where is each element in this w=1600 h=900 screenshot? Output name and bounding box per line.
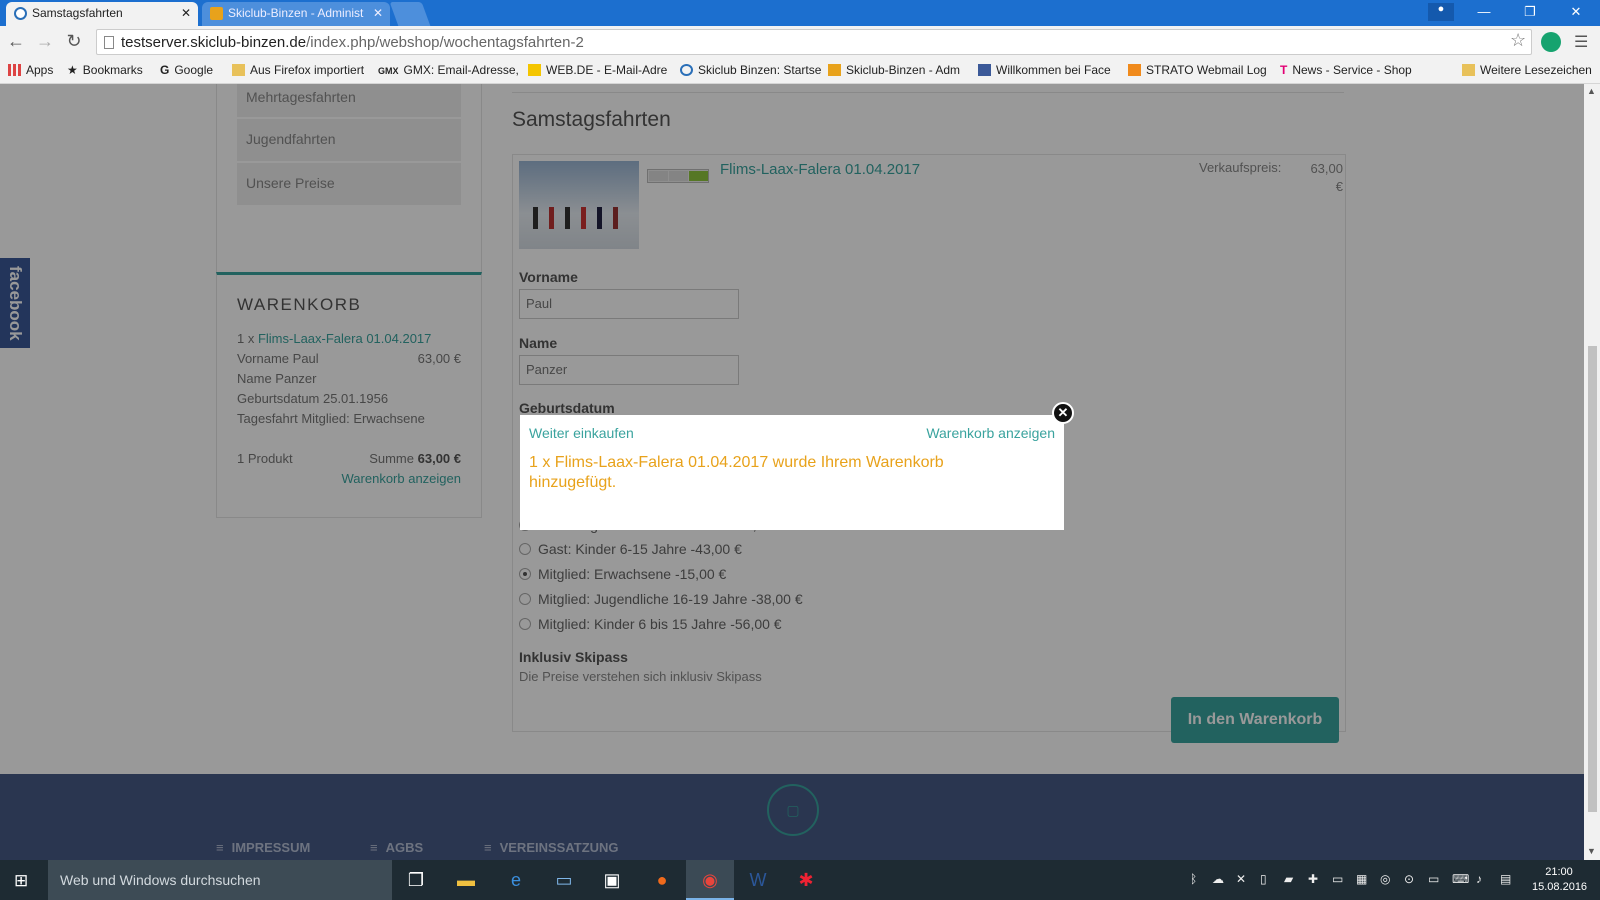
reload-icon[interactable]: ↻ [62, 31, 86, 52]
page-scrollbar[interactable]: ▲ ▼ [1584, 84, 1600, 860]
bookmark-apps[interactable]: Apps [8, 63, 53, 77]
tray-app-icon[interactable]: ◎ [1380, 872, 1390, 886]
apps-grid-icon [8, 64, 21, 76]
new-tab-button[interactable] [389, 2, 431, 26]
show-cart-link[interactable]: Warenkorb anzeigen [926, 425, 1055, 441]
bookmark-more[interactable]: Weitere Lesezeichen [1462, 63, 1592, 77]
file-explorer-icon[interactable]: ▬ [442, 860, 490, 900]
bookmark-skiclub-admin[interactable]: Skiclub-Binzen - Adm [828, 63, 960, 77]
skiclub-favicon-icon [14, 7, 27, 20]
webde-icon [528, 64, 541, 76]
bookmark-gmx[interactable]: GMX GMX: Email-Adresse, [378, 63, 519, 77]
scroll-up-icon[interactable]: ▲ [1587, 86, 1596, 96]
bookmark-skiclub-start[interactable]: Skiclub Binzen: Startse [680, 63, 821, 77]
close-window-icon[interactable]: ✕ [1554, 0, 1598, 26]
keyboard-icon[interactable]: ▤ [1500, 872, 1511, 886]
strato-icon [1128, 64, 1141, 76]
bookmark-facebook[interactable]: Willkommen bei Face [978, 63, 1111, 77]
app-icon[interactable]: ✱ [782, 860, 830, 900]
edge-icon[interactable]: e [492, 860, 540, 900]
tab-close-icon[interactable]: ✕ [373, 6, 383, 20]
tray-app-icon[interactable]: ▦ [1356, 872, 1367, 886]
joomla-icon [828, 64, 841, 76]
browser-toolbar: ← → ↻ testserver.skiclub-binzen.de/index… [0, 26, 1600, 58]
tab-close-icon[interactable]: ✕ [181, 6, 191, 20]
joomla-favicon-icon [210, 7, 223, 20]
close-icon[interactable]: ✕ [1052, 402, 1074, 424]
tray-app-icon[interactable]: ✕ [1236, 872, 1246, 886]
store-icon[interactable]: ▣ [588, 860, 636, 900]
added-to-cart-dialog: Weiter einkaufen Warenkorb anzeigen 1 x … [520, 415, 1064, 530]
windows-start-icon[interactable]: ⊞ [14, 871, 28, 891]
star-icon: ★ [67, 63, 78, 77]
ime-icon[interactable]: ⌨ [1452, 872, 1469, 886]
bookmarks-bar: Apps ★ Bookmarks G Google Aus Firefox impo… [0, 58, 1600, 84]
restore-icon[interactable]: ❐ [1508, 0, 1552, 26]
bookmark-google[interactable]: G Google [160, 63, 213, 77]
bookmark-webde[interactable]: WEB.DE - E-Mail-Adre [528, 63, 667, 77]
taskbar-search[interactable]: Web und Windows durchsuchen [48, 860, 392, 900]
bookmark-strato[interactable]: STRATO Webmail Log [1128, 63, 1267, 77]
windows-taskbar: ⊞ Web und Windows durchsuchen ❐ ▬ e ▭ ▣ … [0, 860, 1600, 900]
continue-shopping-link[interactable]: Weiter einkaufen [529, 425, 634, 441]
tab-samstagsfahrten[interactable]: Samstagsfahrten ✕ [6, 2, 198, 26]
scroll-down-icon[interactable]: ▼ [1587, 846, 1596, 856]
chrome-icon[interactable]: ◉ [686, 860, 734, 900]
browser-tab-strip: Samstagsfahrten ✕ Skiclub-Binzen - Admin… [0, 0, 1600, 26]
google-icon: G [160, 63, 170, 77]
facebook-icon [978, 64, 991, 76]
forward-icon[interactable]: → [33, 31, 57, 52]
extension-icon[interactable] [1541, 32, 1561, 52]
tab-title: Samstagsfahrten [32, 6, 123, 20]
battery-icon[interactable]: ▯ [1260, 872, 1267, 886]
task-view-icon[interactable]: ❐ [392, 860, 440, 900]
telekom-icon: T [1280, 63, 1288, 77]
network-icon[interactable]: ▭ [1428, 872, 1439, 886]
minimize-icon[interactable]: — [1462, 0, 1506, 26]
gmx-icon: GMX [378, 66, 399, 76]
firefox-icon[interactable]: ● [638, 860, 686, 900]
bookmark-star-icon[interactable]: ☆ [1510, 30, 1526, 51]
tray-app-icon[interactable]: ✚ [1308, 872, 1318, 886]
tab-title: Skiclub-Binzen - Administ [228, 6, 364, 20]
user-profile-icon[interactable]: ● [1428, 3, 1454, 21]
skiclub-icon [680, 64, 693, 76]
tray-app-icon[interactable]: ⊙ [1404, 872, 1414, 886]
volume-icon[interactable]: ♪ [1476, 872, 1482, 886]
address-bar[interactable]: testserver.skiclub-binzen.de/index.php/w… [96, 29, 1532, 55]
taskbar-clock[interactable]: 21:00 15.08.2016 [1532, 865, 1587, 895]
bookmark-telekom[interactable]: T News - Service - Shop [1280, 63, 1412, 77]
tray-app-icon[interactable]: ▰ [1284, 872, 1293, 886]
back-icon[interactable]: ← [4, 31, 28, 52]
bookmark-bookmarks[interactable]: ★ Bookmarks [67, 63, 143, 77]
url-path: /index.php/webshop/wochentagsfahrten-2 [306, 34, 584, 51]
menu-icon[interactable]: ☰ [1574, 32, 1588, 52]
scrollbar-thumb[interactable] [1588, 346, 1597, 812]
cloud-icon[interactable]: ☁ [1212, 872, 1224, 886]
tab-skiclub-admin[interactable]: Skiclub-Binzen - Administ ✕ [202, 2, 390, 26]
page-icon [104, 36, 114, 49]
folder-icon [232, 64, 245, 76]
monitor-icon[interactable]: ▭ [540, 860, 588, 900]
folder-icon [1462, 64, 1475, 76]
url-host: testserver.skiclub-binzen.de [121, 34, 307, 51]
tray-app-icon[interactable]: ▭ [1332, 872, 1343, 886]
dialog-message: 1 x Flims-Laax-Falera 01.04.2017 wurde I… [529, 454, 944, 491]
word-icon[interactable]: W [734, 860, 782, 900]
bookmark-firefox-import[interactable]: Aus Firefox importiert [232, 63, 364, 77]
bluetooth-icon[interactable]: ᛒ [1190, 872, 1197, 886]
